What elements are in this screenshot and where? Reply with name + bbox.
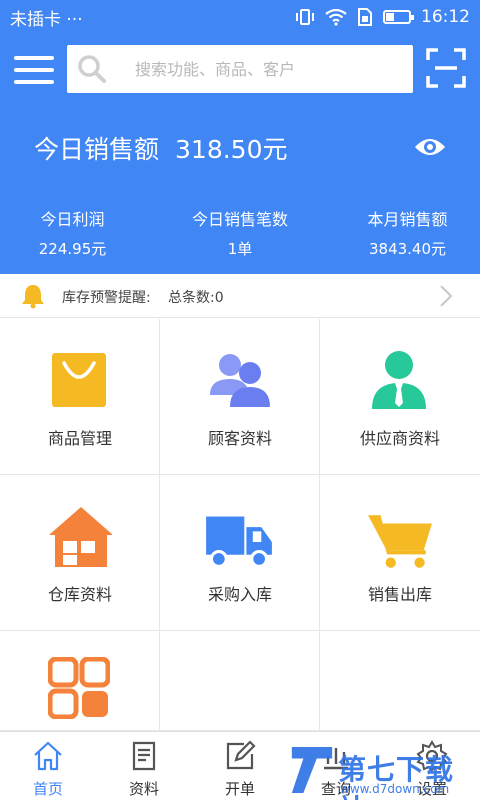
chevron-right-icon [440,285,453,307]
grid-item-empty [320,631,480,731]
stat-value: 3843.40元 [368,240,447,258]
battery-icon [383,10,414,24]
stats-row: 今日利润 224.95元 今日销售笔数 1单 本月销售额 3843.40元 [0,206,480,266]
bell-icon [22,285,44,309]
today-sales: 今日销售额 318.50元 [34,130,288,166]
grid-item-label: 商品管理 [47,429,112,448]
tab-create-order[interactable]: 开单 [192,732,288,800]
status-bar: 未插卡 ··· 16:12 [0,0,480,34]
shopping-bag-icon [52,353,106,407]
document-icon [132,741,156,771]
watermark-logo-icon [291,746,333,794]
search-input[interactable] [135,57,405,81]
grid-item-label: 仓库资料 [47,585,112,604]
function-grid: 商品管理 顾客资料 供应商资料 仓库资料 采购入库 销售出库 [0,319,480,731]
customers-icon [210,354,270,407]
stock-alert-label: 库存预警提醒: [62,290,151,306]
tab-label: 资料 [128,780,159,798]
grid-item-label: 销售出库 [367,585,432,604]
status-icons: 16:12 [295,7,470,27]
menu-line [14,56,54,60]
edit-icon [226,740,256,770]
watermark: 第七下载站 www.d7down.com [286,740,480,800]
stock-alert-count: 总条数:0 [168,290,224,306]
tab-home[interactable]: 首页 [0,732,96,800]
menu-line [14,68,54,72]
watermark-url: www.d7down.com [340,782,450,796]
scan-icon[interactable] [426,48,466,88]
warehouse-icon [49,507,112,567]
today-sales-value: 318.50元 [175,135,288,164]
stat-value: 224.95元 [38,240,107,258]
stat-orders: 今日销售笔数 1单 [145,206,335,266]
carrier-text: 未插卡 ··· [10,9,83,30]
stat-value: 1单 [227,240,253,258]
grid-item-label: 供应商资料 [359,429,440,448]
eye-icon[interactable] [414,134,446,160]
grid-item-label: 顾客资料 [207,429,272,448]
home-icon [34,741,62,771]
apps-icon [48,657,110,719]
grid-item-purchase-inbound[interactable]: 采购入库 [160,475,320,631]
supplier-icon [372,351,426,409]
header: 今日销售额 318.50元 今日利润 224.95元 今日销售笔数 1单 本月销… [0,34,480,274]
clock-text: 16:12 [421,7,470,27]
today-sales-label: 今日销售额 [34,135,160,164]
stat-profit: 今日利润 224.95元 [0,206,145,266]
grid-item-empty [160,631,320,731]
stat-label: 今日销售笔数 [191,210,288,229]
tab-label: 开单 [224,780,255,798]
grid-item-supplier-info[interactable]: 供应商资料 [320,319,480,475]
stat-monthly-sales: 本月销售额 3843.40元 [335,206,480,266]
wifi-icon [325,8,347,26]
search-icon [78,55,106,83]
grid-item-more[interactable] [0,631,160,731]
menu-line [14,80,54,84]
grid-item-customer-info[interactable]: 顾客资料 [160,319,320,475]
stat-label: 本月销售额 [367,210,448,229]
search-box[interactable] [67,45,413,93]
tab-label: 首页 [32,780,63,798]
stock-alert-bar[interactable]: 库存预警提醒: 总条数:0 [0,274,480,318]
menu-button[interactable] [14,56,54,86]
sim-icon [358,8,372,26]
truck-icon [206,516,272,568]
grid-item-sales-outbound[interactable]: 销售出库 [320,475,480,631]
grid-item-warehouse-info[interactable]: 仓库资料 [0,475,160,631]
grid-item-label: 采购入库 [207,585,272,604]
vibrate-icon [296,9,314,25]
grid-item-product-management[interactable]: 商品管理 [0,319,160,475]
tab-data[interactable]: 资料 [96,732,192,800]
stat-label: 今日利润 [40,210,105,229]
cart-icon [368,514,432,568]
